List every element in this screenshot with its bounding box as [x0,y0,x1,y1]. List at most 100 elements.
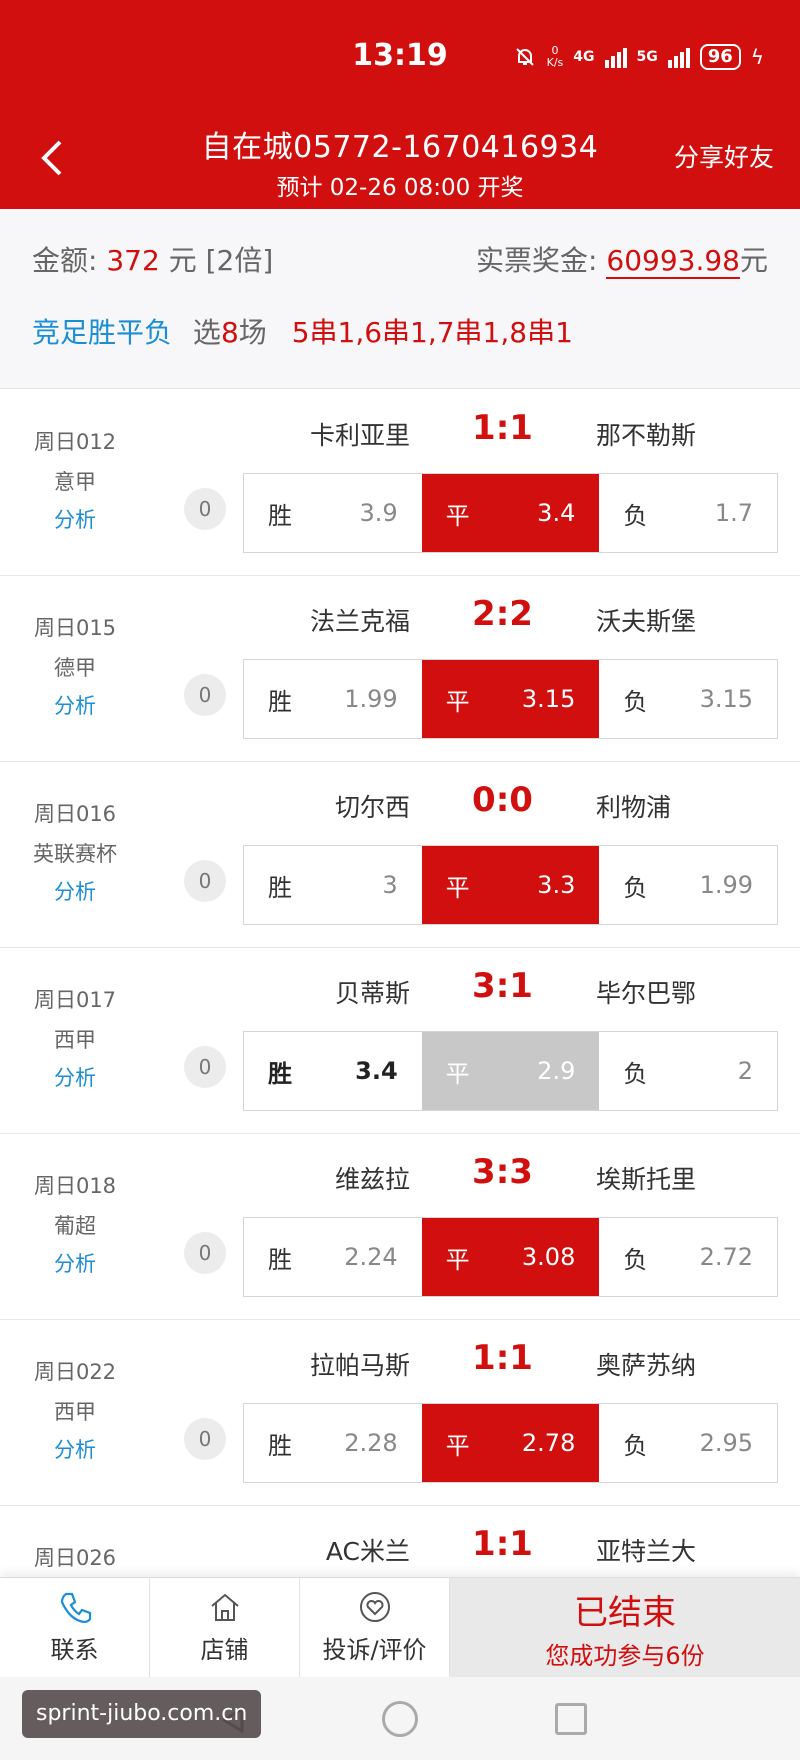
match-row: 周日022 西甲 分析 拉帕马斯 1:1 奥萨苏纳 0 胜 2.28 平 2.78 负 2.95 [0,1320,800,1506]
bet-count-badge: 0 [184,1232,226,1274]
analysis-link[interactable]: 分析 [0,876,150,906]
away-team: 奥萨苏纳 [596,1351,697,1380]
status-icons: 0 K/s 4G 5G 96 ϟ [513,44,764,70]
battery-icon: 96 [699,44,741,70]
select-unit: 场 [238,316,267,349]
odds-win-label: 胜 [268,1059,292,1088]
odds-lose-value: 1.99 [699,871,754,899]
odds-win[interactable]: 胜 2.28 [244,1404,422,1482]
odds-win-label: 胜 [268,1245,292,1274]
odds-draw[interactable]: 平 2.78 [421,1404,600,1482]
odds-lose-label: 负 [623,501,648,530]
analysis-link[interactable]: 分析 [0,1062,150,1092]
odds-draw-label: 平 [445,501,470,530]
odds-lose[interactable]: 负 3.15 [599,660,777,738]
odds-lose[interactable]: 负 2.95 [599,1404,777,1482]
away-team: 埃斯托里 [596,1165,697,1194]
odds-lose[interactable]: 负2 [599,1032,777,1110]
away-team: 那不勒斯 [596,421,697,450]
match-league: 德甲 [54,656,96,680]
bet-count-badge: 0 [184,674,226,716]
odds-win-label: 胜 [268,501,292,530]
analysis-link[interactable]: 分析 [0,1434,150,1464]
odds-draw-value: 3.15 [521,685,576,713]
odds-lose[interactable]: 负 1.7 [599,474,777,552]
odds-win[interactable]: 胜 1.99 [244,660,422,738]
odds-box: 胜 3.4 平 2.9 负 2 [243,1031,778,1111]
charging-icon: ϟ [750,45,764,69]
odds-lose-label: 负 [623,1245,648,1274]
home-team: 贝蒂斯 [334,979,410,1008]
odds-win[interactable]: 胜 2.24 [244,1218,422,1296]
odds-win[interactable]: 胜 3.4 [244,1032,422,1110]
ended-title: 已结束 [574,1592,676,1633]
prize-label: 实票奖金: [476,244,598,277]
amount-value: 372 [106,244,160,277]
odds-lose[interactable]: 负 1.99 [599,846,777,924]
odds-draw-label: 平 [445,687,470,716]
away-team: 利物浦 [596,793,672,822]
odds-draw[interactable]: 平 2.9 [421,1032,600,1110]
contact-button[interactable]: 联系 [0,1578,150,1677]
shop-button[interactable]: 店铺 [150,1578,300,1677]
odds-win-label: 胜 [268,1431,292,1460]
prize: 实票奖金: 60993.98元 [476,239,768,279]
odds-lose-label: 负 [623,1059,648,1088]
analysis-link[interactable]: 分析 [0,690,150,720]
match-score: 3:1 [472,966,533,1006]
odds-draw-label: 平 [445,1245,470,1274]
match-league: 葡超 [54,1214,96,1238]
odds-win-value: 3 [382,871,398,899]
home-team: 卡利亚里 [309,421,410,450]
heart-circle-icon [359,1592,390,1622]
ended-subtitle: 您成功参与6份 [545,1641,705,1670]
odds-win[interactable]: 胜 3.9 [244,474,422,552]
bet-count-badge: 0 [184,860,226,902]
match-date: 周日015 [33,616,117,640]
odds-box: 胜 2.28 平 2.78 负 2.95 [243,1403,778,1483]
odds-draw[interactable]: 平 3.15 [421,660,600,738]
match-row: 周日018 葡超 分析 维兹拉 3:3 埃斯托里 0 胜 2.24 平 3.08 负 2.72 [0,1134,800,1320]
odds-lose-label: 负 [623,1431,648,1460]
ended-status: 已结束 您成功参与6份 [450,1578,800,1677]
odds-lose-value: 3.15 [699,685,754,713]
odds-box: 胜 3 平 3.3 负 1.99 [243,845,778,925]
analysis-link[interactable]: 分析 [0,504,150,534]
home-team: 法兰克福 [309,607,410,636]
match-score: 1:1 [472,408,533,448]
match-score: 1:1 [472,1524,533,1564]
odds-win[interactable]: 胜3 [244,846,422,924]
nav-home-icon[interactable] [382,1701,418,1737]
share-button[interactable]: 分享好友 [674,138,774,174]
match-league: 西甲 [54,1028,96,1052]
home-team: 维兹拉 [334,1165,410,1194]
match-league: 意甲 [54,470,96,494]
match-date: 周日022 [33,1360,117,1384]
analysis-link[interactable]: 分析 [0,1248,150,1278]
odds-lose-value: 2 [737,1057,754,1085]
odds-win-value: 2.24 [344,1243,398,1271]
odds-draw-value: 3.3 [537,871,576,899]
away-team: 亚特兰大 [596,1537,697,1566]
feedback-button[interactable]: 投诉/评价 [300,1578,450,1677]
odds-box: 胜 2.24 平 3.08 负 2.72 [243,1217,778,1297]
amount-label: 金额: [32,244,98,277]
odds-draw-value: 2.9 [537,1057,576,1085]
bet-count-badge: 0 [184,1418,226,1460]
odds-draw[interactable]: 平 3.4 [421,474,600,552]
prize-unit: 元 [739,244,768,277]
match-score: 3:3 [472,1152,533,1192]
amount: 金额: 372 元 [2倍] [32,239,273,279]
odds-draw[interactable]: 平 3.3 [421,846,600,924]
odds-draw[interactable]: 平 3.08 [421,1218,600,1296]
match-row: 周日016 英联赛杯 分析 切尔西 0:0 利物浦 0 胜 3 平 3.3 负 1.99 [0,762,800,948]
nav-recents-icon[interactable] [555,1703,587,1735]
shop-label: 店铺 [200,1636,249,1664]
odds-lose-value: 2.72 [699,1243,754,1271]
odds-draw-value: 2.78 [521,1429,576,1457]
odds-lose[interactable]: 负 2.72 [599,1218,777,1296]
match-row: 周日012 意甲 分析 卡利亚里 1:1 那不勒斯 0 胜 3.9 平 3.4 负 1.7 [0,390,800,576]
odds-draw-label: 平 [445,873,470,902]
home-team: AC米兰 [325,1537,410,1566]
mute-bell-icon [515,48,534,66]
